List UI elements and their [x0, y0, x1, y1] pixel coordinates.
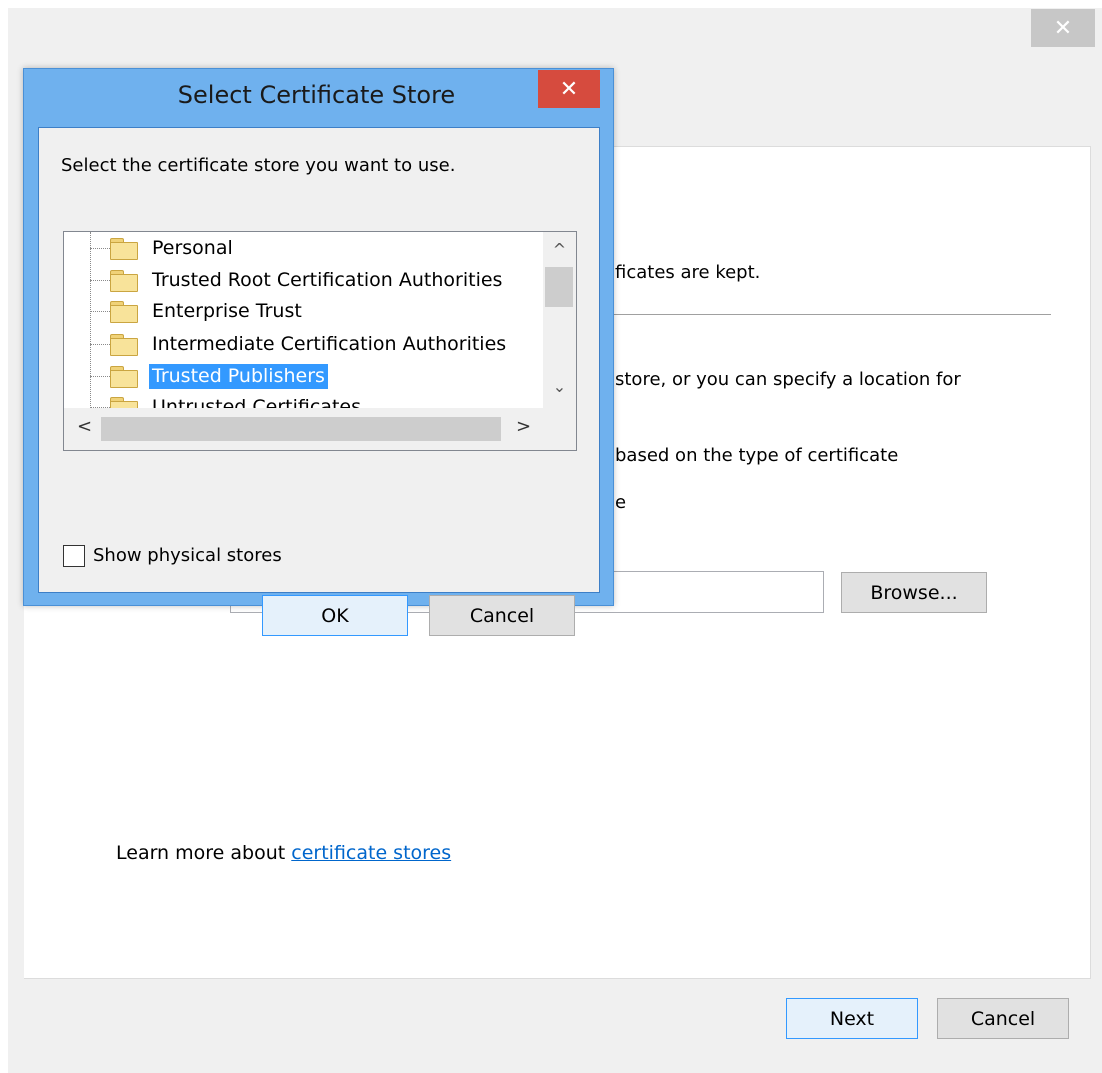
tree-item-untrusted[interactable]: Untrusted Certificates: [64, 393, 543, 408]
horizontal-scroll-thumb[interactable]: [101, 417, 501, 441]
dialog-close-button[interactable]: ✕: [538, 70, 600, 108]
scroll-left-arrow-icon[interactable]: <: [77, 416, 92, 437]
wizard-close-button[interactable]: ✕: [1031, 9, 1095, 47]
tree-connector: [90, 280, 112, 281]
dialog-cancel-button[interactable]: Cancel: [429, 595, 575, 636]
tree-item-enterprise-trust[interactable]: Enterprise Trust: [64, 297, 543, 327]
wizard-description-text: ficates are kept.: [615, 262, 761, 283]
wizard-option-text: store, or you can specify a location for: [615, 369, 961, 390]
tree-item-label-selected: Trusted Publishers: [149, 364, 328, 389]
scroll-right-arrow-icon[interactable]: >: [516, 416, 531, 437]
folder-icon: [110, 397, 138, 408]
tree-item-intermediate[interactable]: Intermediate Certification Authorities: [64, 330, 543, 360]
tree-item-label: Untrusted Certificates: [152, 396, 361, 408]
tree-item-label: Intermediate Certification Authorities: [152, 333, 507, 355]
certificate-stores-link[interactable]: certificate stores: [291, 842, 451, 864]
tree-item-trusted-publishers[interactable]: Trusted Publishers: [64, 362, 543, 392]
show-physical-stores-checkbox[interactable]: [63, 545, 85, 567]
window-edge: [0, 8, 8, 1073]
close-icon: ✕: [559, 76, 579, 102]
wizard-footer-divider: [24, 978, 1090, 979]
show-physical-stores-label[interactable]: Show physical stores: [93, 545, 282, 566]
vertical-scroll-thumb[interactable]: [545, 267, 573, 307]
scroll-down-arrow-icon[interactable]: ⌄: [543, 377, 576, 396]
next-button[interactable]: Next: [786, 998, 918, 1039]
tree-connector: [90, 344, 112, 345]
tree-connector: [90, 376, 112, 377]
wizard-place-text: e: [615, 492, 627, 513]
tree-horizontal-scrollbar[interactable]: < >: [64, 408, 576, 450]
tree-item-label: Trusted Root Certification Authorities: [152, 269, 503, 291]
tree-viewport: Personal Trusted Root Certification Auth…: [64, 232, 543, 408]
tree-vertical-scrollbar[interactable]: ^ ⌄: [543, 232, 576, 408]
folder-icon: [110, 366, 138, 388]
folder-icon: [110, 301, 138, 323]
certificate-store-tree[interactable]: Personal Trusted Root Certification Auth…: [63, 231, 577, 451]
tree-item-label: Enterprise Trust: [152, 300, 302, 322]
tree-item-label: Personal: [152, 237, 233, 259]
dialog-prompt: Select the certificate store you want to…: [61, 155, 456, 176]
browse-button[interactable]: Browse...: [841, 572, 987, 613]
ok-button[interactable]: OK: [262, 595, 408, 636]
folder-icon: [110, 334, 138, 356]
tree-item-personal[interactable]: Personal: [64, 234, 543, 264]
tree-item-trusted-root[interactable]: Trusted Root Certification Authorities: [64, 266, 543, 296]
tree-connector: [90, 311, 112, 312]
tree-connector: [90, 248, 112, 249]
scroll-up-arrow-icon[interactable]: ^: [543, 240, 576, 259]
select-certificate-store-dialog: Select Certificate Store ✕ Select the ce…: [23, 68, 614, 636]
dialog-title: Select Certificate Store: [177, 81, 456, 109]
wizard-auto-select-text: based on the type of certificate: [615, 445, 899, 466]
wizard-cancel-button[interactable]: Cancel: [937, 998, 1069, 1039]
wizard-divider: [614, 314, 1051, 315]
dialog-body: Select the certificate store you want to…: [38, 127, 600, 636]
folder-icon: [110, 270, 138, 292]
learn-more-prefix: Learn more about: [116, 842, 292, 864]
folder-icon: [110, 238, 138, 260]
learn-more-text: Learn more about certificate stores: [116, 842, 451, 864]
close-icon: ✕: [1053, 15, 1073, 41]
